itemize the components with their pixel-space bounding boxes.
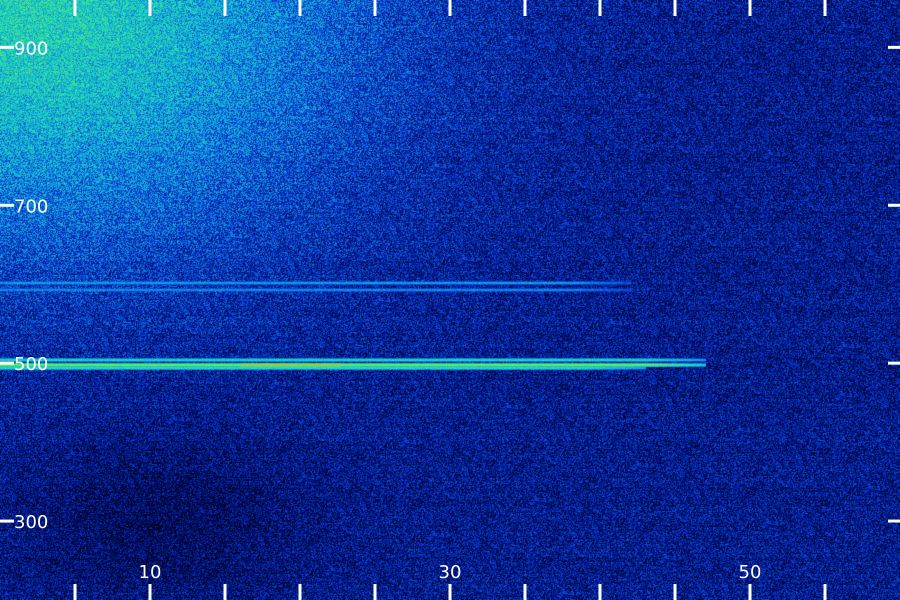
y-tick-label: 300 xyxy=(14,512,48,533)
y-tick-label: 500 xyxy=(14,354,48,375)
y-tick-label: 700 xyxy=(14,196,48,217)
axes-overlay: 10 30 50 300 500 700 900 xyxy=(0,0,900,600)
x-tick-label: 10 xyxy=(139,562,162,583)
y-tick-label: 900 xyxy=(14,38,48,59)
x-tick-label: 30 xyxy=(439,562,462,583)
spectrogram-plot: 10 30 50 300 500 700 900 xyxy=(0,0,900,600)
x-tick-label: 50 xyxy=(739,562,762,583)
